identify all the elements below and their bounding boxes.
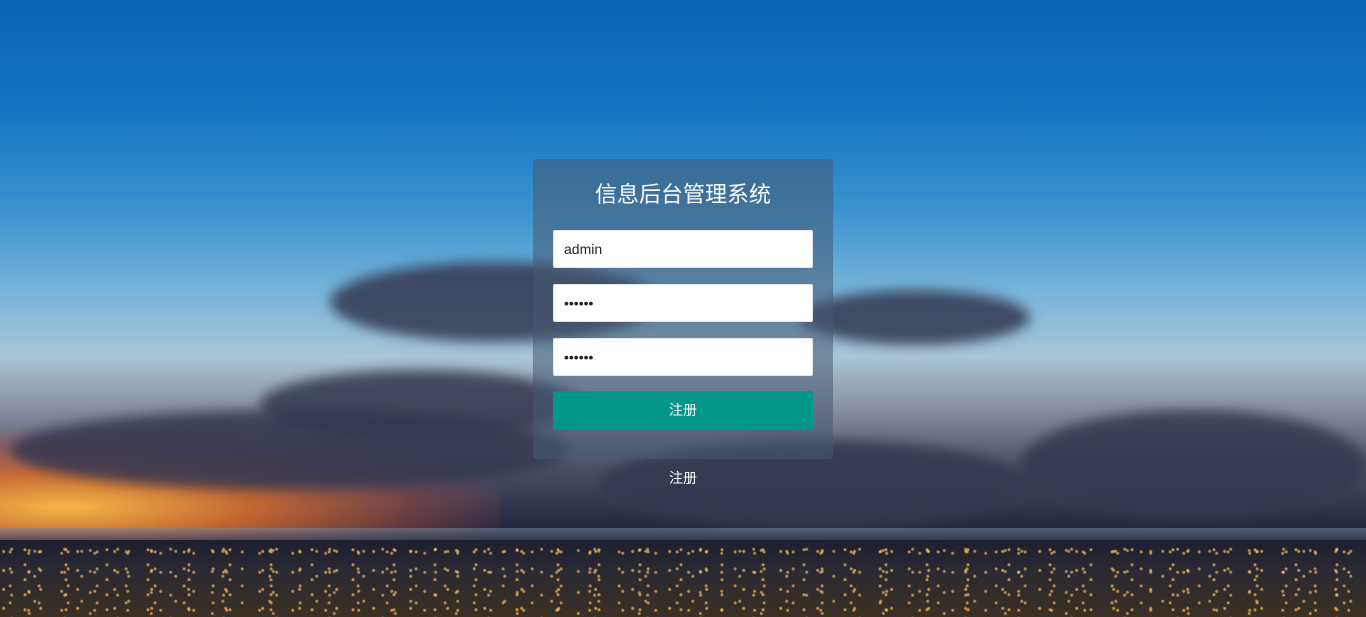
cloud <box>1020 410 1366 520</box>
register-link[interactable]: 注册 <box>633 468 733 488</box>
register-button[interactable]: 注册 <box>553 391 813 429</box>
cloud <box>800 290 1030 345</box>
city-lights <box>0 540 1366 617</box>
page-title: 信息后台管理系统 <box>594 183 771 208</box>
username-input[interactable] <box>553 230 813 268</box>
register-panel: 信息后台管理系统 注册 <box>533 159 833 459</box>
confirm-password-input[interactable] <box>553 338 813 376</box>
cloud <box>260 370 580 440</box>
password-input[interactable] <box>553 284 813 322</box>
